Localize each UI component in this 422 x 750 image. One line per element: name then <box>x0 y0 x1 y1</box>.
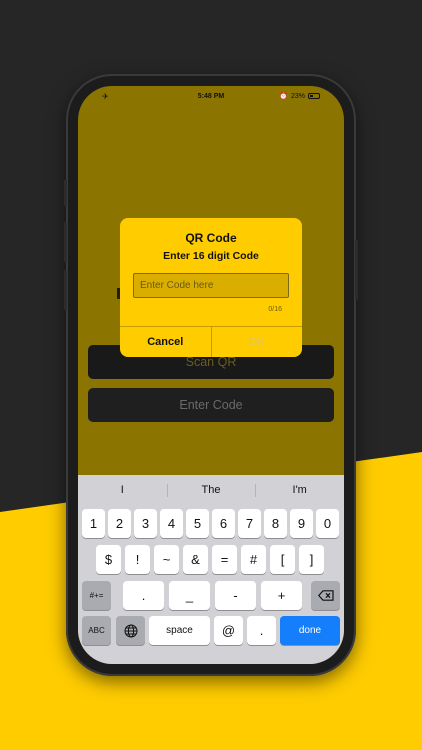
phone-screen: ✈ 5:48 PM ⏰ 23% Scan QR Enter Code QR Co… <box>78 86 344 664</box>
power-button <box>355 240 358 300</box>
dialog-subtitle: Enter 16 digit Code <box>163 250 259 262</box>
key-dot[interactable]: . <box>247 616 276 645</box>
suggestion-bar: I The I'm <box>78 475 344 505</box>
alarm-icon: ⏰ <box>279 93 288 100</box>
abc-key[interactable]: ABC <box>82 616 111 645</box>
qr-code-dialog: QR Code Enter 16 digit Code 0/16 Cancel … <box>120 218 302 357</box>
key-hyphen[interactable]: - <box>215 581 256 610</box>
dialog-buttons: Cancel OK <box>120 326 302 357</box>
key-tilde[interactable]: ~ <box>154 545 179 574</box>
key-0[interactable]: 0 <box>316 509 339 538</box>
globe-icon <box>124 624 137 637</box>
key-hash[interactable]: # <box>241 545 266 574</box>
key-3[interactable]: 3 <box>134 509 157 538</box>
symbols-toggle-key[interactable]: #+= <box>82 581 111 610</box>
key-5[interactable]: 5 <box>186 509 209 538</box>
key-ampersand[interactable]: & <box>183 545 208 574</box>
volume-up-button <box>64 222 67 262</box>
done-key[interactable]: done <box>280 616 340 645</box>
dialog-title: QR Code <box>185 231 237 245</box>
key-dollar[interactable]: $ <box>96 545 121 574</box>
side-button <box>64 180 67 206</box>
status-bar: ✈ 5:48 PM ⏰ 23% <box>78 86 344 106</box>
key-equals[interactable]: = <box>212 545 237 574</box>
cancel-button[interactable]: Cancel <box>120 327 211 357</box>
space-key[interactable]: space <box>149 616 210 645</box>
enter-code-button[interactable]: Enter Code <box>88 388 334 422</box>
character-counter: 0/16 <box>268 306 282 313</box>
key-4[interactable]: 4 <box>160 509 183 538</box>
key-6[interactable]: 6 <box>212 509 235 538</box>
suggestion-item[interactable]: The <box>166 475 256 505</box>
backspace-key[interactable] <box>311 581 340 610</box>
key-period[interactable]: . <box>123 581 164 610</box>
code-input[interactable] <box>133 273 289 298</box>
key-left-bracket[interactable]: [ <box>270 545 295 574</box>
backspace-icon <box>317 590 334 601</box>
key-at[interactable]: @ <box>214 616 243 645</box>
key-1[interactable]: 1 <box>82 509 105 538</box>
key-plus[interactable]: + <box>261 581 302 610</box>
key-2[interactable]: 2 <box>108 509 131 538</box>
key-right-bracket[interactable]: ] <box>299 545 324 574</box>
battery-percent: 23% <box>290 92 305 100</box>
key-9[interactable]: 9 <box>290 509 313 538</box>
key-7[interactable]: 7 <box>238 509 261 538</box>
status-right: ⏰ 23% <box>279 92 320 100</box>
ok-button[interactable]: OK <box>210 327 303 357</box>
battery-icon <box>308 93 320 99</box>
key-exclamation[interactable]: ! <box>125 545 150 574</box>
globe-key[interactable] <box>116 616 145 645</box>
key-8[interactable]: 8 <box>264 509 287 538</box>
suggestion-item[interactable]: I'm <box>255 475 344 505</box>
suggestion-item[interactable]: I <box>78 475 167 505</box>
key-underscore[interactable]: _ <box>169 581 210 610</box>
keyboard: I The I'm 1 2 3 4 5 6 7 8 9 0 $ ! ~ & = … <box>78 475 344 664</box>
volume-down-button <box>64 270 67 310</box>
